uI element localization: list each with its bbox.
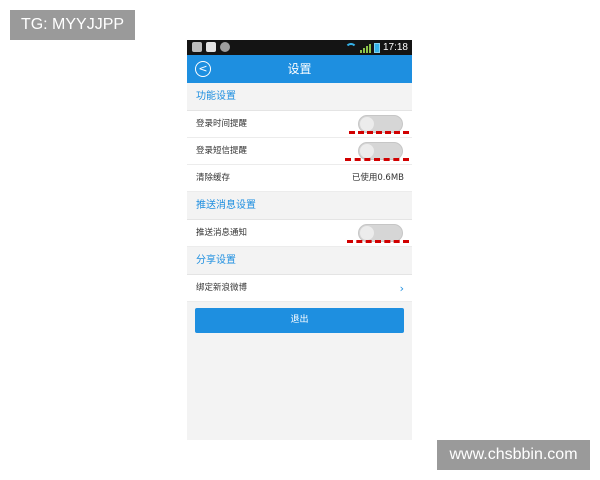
wifi-icon	[344, 42, 357, 53]
signal-icon	[359, 43, 371, 53]
section-title: 分享设置	[196, 255, 236, 266]
row-label: 清除缓存	[196, 173, 231, 183]
annotation-dash	[347, 240, 409, 243]
row-clear-cache[interactable]: 清除缓存 已使用0.6MB	[187, 165, 412, 192]
row-label: 登录短信提醒	[196, 146, 248, 156]
screenshot-page: TG: MYYJJPP 17:18 设置 < 功能设置 登录时间提醒 登录短信提…	[0, 0, 600, 480]
usb-icon	[220, 42, 230, 52]
phone-screen: 17:18 设置 < 功能设置 登录时间提醒 登录短信提醒 清除缓存 已使用0.…	[187, 40, 412, 440]
row-label: 推送消息通知	[196, 228, 248, 238]
image-icon	[206, 42, 216, 52]
section-share-settings: 分享设置	[187, 247, 412, 275]
status-icons-left	[192, 42, 230, 52]
battery-icon	[373, 42, 380, 53]
row-label: 绑定新浪微博	[196, 283, 248, 293]
status-bar: 17:18	[187, 40, 412, 55]
shield-icon	[192, 42, 202, 52]
annotation-dash	[349, 131, 409, 134]
page-title: 设置	[287, 62, 312, 76]
section-title: 推送消息设置	[196, 200, 256, 211]
annotation-dash	[345, 158, 409, 161]
back-circle-icon: <	[198, 62, 208, 75]
chevron-right-icon: ›	[399, 282, 404, 295]
section-title: 功能设置	[196, 91, 236, 102]
status-time: 17:18	[382, 42, 408, 53]
watermark-top-left: TG: MYYJJPP	[10, 10, 135, 40]
logout-button[interactable]: 退出	[195, 308, 404, 333]
cache-size-value: 已使用0.6MB	[351, 173, 404, 183]
status-icons-right: 17:18	[344, 41, 408, 54]
row-bind-sina-weibo[interactable]: 绑定新浪微博 ›	[187, 275, 412, 302]
row-label: 登录时间提醒	[196, 119, 248, 129]
title-bar: 设置 <	[187, 55, 412, 83]
watermark-bottom-right: www.chsbbin.com	[437, 440, 590, 470]
section-push-settings: 推送消息设置	[187, 192, 412, 220]
back-button[interactable]: <	[195, 61, 211, 77]
section-feature-settings: 功能设置	[187, 83, 412, 111]
